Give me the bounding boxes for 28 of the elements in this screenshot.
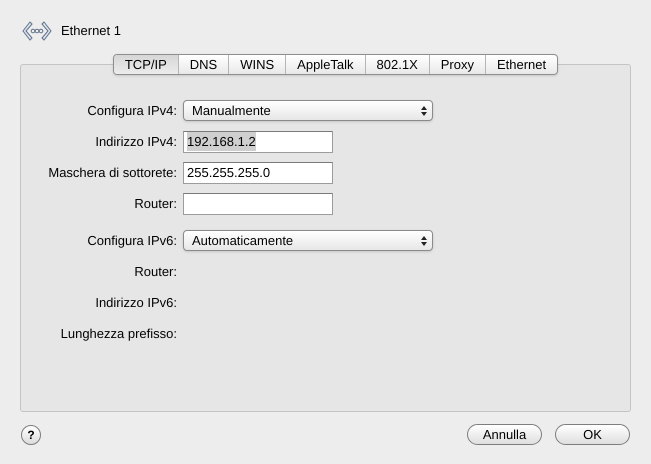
text-field[interactable]: 192.168.1.2 (183, 130, 333, 152)
field-label: Configura IPv4: (86, 102, 177, 120)
tab[interactable]: AppleTalk (285, 55, 365, 74)
text-field[interactable] (183, 192, 333, 214)
tab[interactable]: Proxy (428, 55, 485, 74)
tab[interactable]: TCP/IP (114, 55, 178, 74)
text-field[interactable]: 255.255.255.0 (183, 162, 333, 184)
dialog-button[interactable]: OK (555, 424, 630, 445)
up-down-arrows-icon (420, 234, 428, 246)
dialog-button[interactable]: Annulla (467, 424, 542, 445)
tab[interactable]: DNS (178, 55, 228, 74)
field-value: 192.168.1.2 (187, 132, 256, 152)
tab[interactable]: Ethernet (484, 55, 558, 74)
field-label: Router: (133, 194, 177, 213)
field-label: Indirizzo IPv6: (94, 294, 177, 312)
field-label: Lunghezza prefisso: (60, 324, 177, 343)
field-label: Indirizzo IPv4: (94, 132, 177, 151)
popup-menu[interactable]: Manualmente (183, 100, 433, 121)
field-label: Router: (133, 262, 177, 281)
window-title: Ethernet 1 (61, 22, 121, 40)
help-button[interactable]: ? (21, 424, 41, 444)
network-arrows-icon (21, 18, 53, 42)
up-down-arrows-icon (420, 104, 428, 116)
tab[interactable]: 802.1X (364, 55, 429, 74)
field-label: Configura IPv6: (86, 232, 177, 250)
field-label: Maschera di sottorete: (47, 164, 177, 182)
tab[interactable]: WINS (228, 55, 286, 74)
popup-menu[interactable]: Automaticamente (183, 230, 433, 251)
